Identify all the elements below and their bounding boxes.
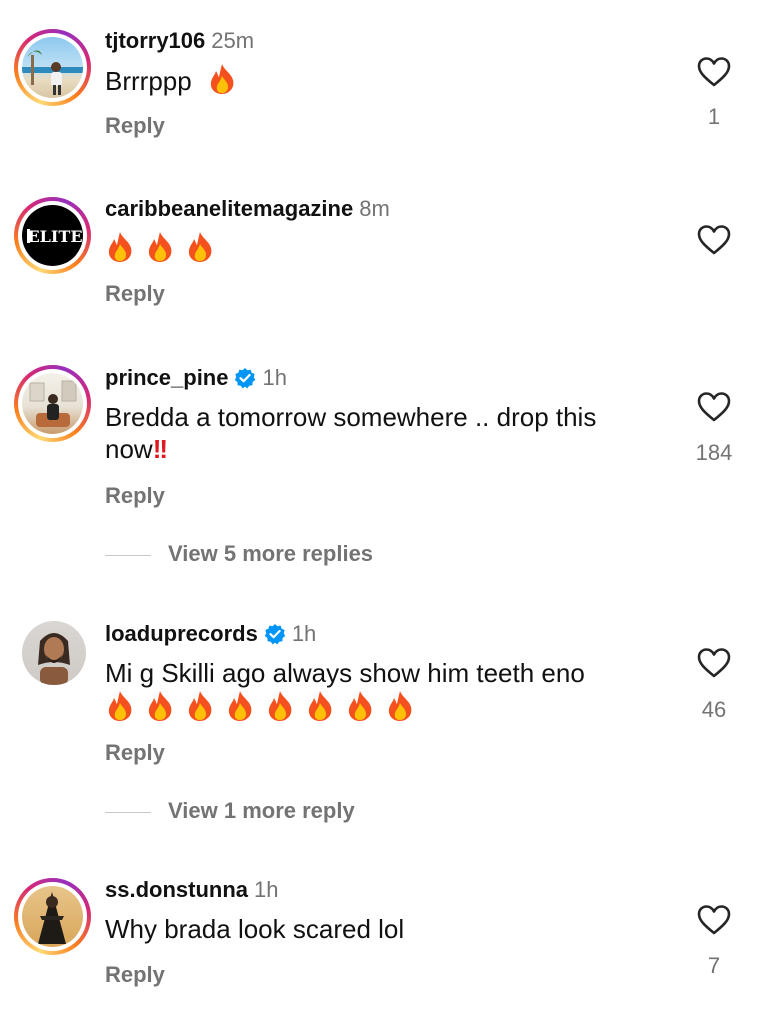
comment-username[interactable]: loaduprecords: [105, 621, 258, 646]
fire-emoji-icon: [225, 689, 255, 723]
divider: [105, 555, 151, 556]
verified-badge-icon: [234, 367, 256, 389]
avatar-photo: [29, 380, 77, 427]
comment-text: Mi g Skilli ago always show him teeth en…: [105, 657, 670, 724]
fire-emoji-icon: [145, 689, 175, 723]
double-exclamation-emoji: !!: [152, 434, 168, 464]
fire-emoji-icon: [305, 689, 335, 723]
fire-emoji-icon: [145, 230, 175, 264]
comment-text: Why brada look scared lol: [105, 914, 405, 944]
fire-emoji-icon: [207, 62, 237, 96]
avatar-photo: [38, 633, 70, 685]
avatar: ELITE: [22, 205, 83, 266]
fire-emoji-icon: [105, 230, 135, 264]
comment-username[interactable]: prince_pine: [105, 365, 228, 390]
verified-badge-icon: [264, 623, 286, 645]
avatar-photo: [22, 50, 83, 95]
like-count: 7: [707, 953, 721, 978]
comment-text: [105, 230, 670, 265]
reply-button[interactable]: Reply: [105, 740, 165, 766]
avatar-logo-text: ELITE: [27, 227, 82, 246]
comment-timestamp: 25m: [211, 28, 255, 53]
avatar-story-ring[interactable]: [14, 365, 91, 442]
fire-emoji-icon: [345, 689, 375, 723]
reply-button[interactable]: Reply: [105, 483, 165, 509]
divider: [105, 812, 151, 813]
comment-username[interactable]: tjtorry106: [105, 28, 205, 53]
like-heart-icon[interactable]: [697, 647, 731, 679]
avatar-story-ring[interactable]: ELITE: [14, 197, 91, 274]
like-count: 1: [707, 104, 721, 129]
like-heart-icon[interactable]: [697, 391, 731, 423]
like-count: 184: [695, 440, 733, 465]
fire-emoji-icon: [265, 689, 295, 723]
avatar-story-ring[interactable]: [14, 878, 91, 955]
avatar-story-ring[interactable]: [14, 29, 91, 106]
comment-username[interactable]: caribbeanelitemagazine: [105, 196, 353, 221]
like-heart-icon[interactable]: [697, 56, 731, 88]
comment-username[interactable]: ss.donstunna: [105, 877, 248, 902]
fire-emoji-icon: [105, 689, 135, 723]
avatar: [22, 886, 83, 947]
reply-button[interactable]: Reply: [105, 113, 165, 139]
comment-timestamp: 1h: [254, 877, 279, 902]
comment-timestamp: 8m: [359, 196, 390, 221]
avatar-photo: [38, 892, 66, 944]
reply-button[interactable]: Reply: [105, 281, 165, 307]
reply-button[interactable]: Reply: [105, 962, 165, 988]
fire-emoji-icon: [385, 689, 415, 723]
avatar: [22, 37, 83, 98]
comment-text: Bredda a tomorrow somewhere .. drop this…: [105, 402, 597, 464]
fire-emoji-icon: [185, 689, 215, 723]
avatar[interactable]: [22, 621, 86, 685]
avatar: [22, 373, 83, 434]
like-heart-icon[interactable]: [697, 224, 731, 256]
fire-emoji-icon: [185, 230, 215, 264]
elite-logo: ELITE: [27, 227, 83, 246]
comment-timestamp: 1h: [291, 621, 317, 646]
comment-timestamp: 1h: [262, 365, 287, 390]
comment-text: Brrrppp: [105, 62, 670, 97]
like-count: 46: [701, 697, 727, 722]
like-heart-icon[interactable]: [697, 904, 731, 936]
